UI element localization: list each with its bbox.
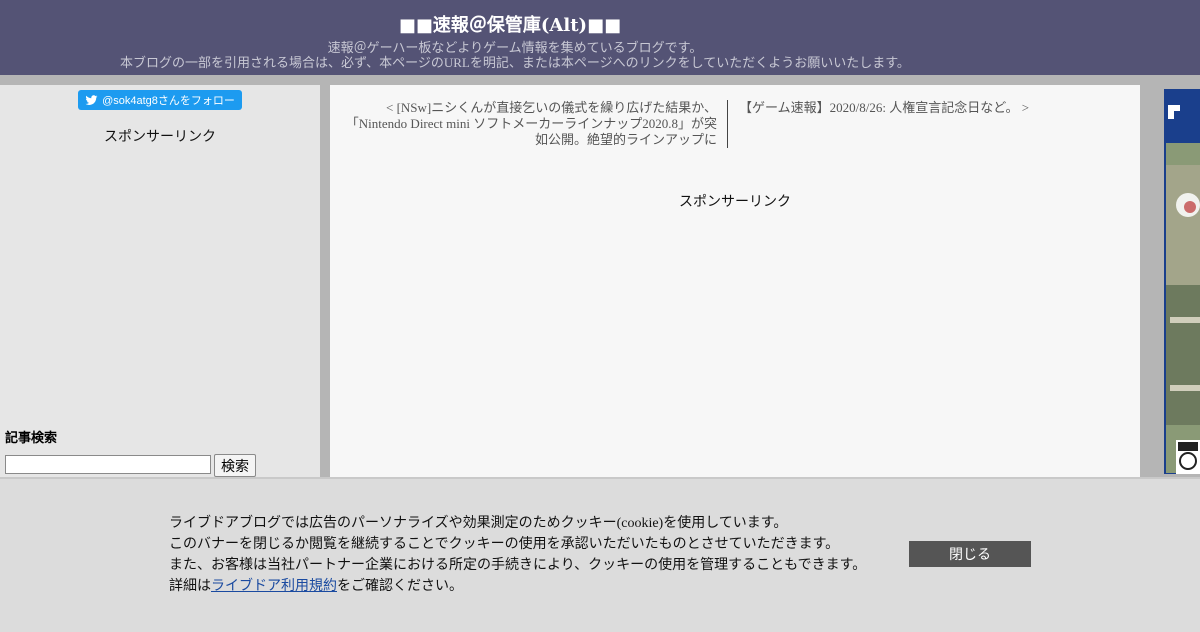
- cookie-notice-suffix: をご確認ください。: [337, 579, 463, 594]
- cookie-notice-line-3: また、お客様は当社パートナー企業における所定の手続きにより、クッキーの使用を管理…: [169, 558, 867, 573]
- blog-description-line-1: 速報＠ゲーハー板などよりゲーム情報を集めているブログです。: [327, 40, 703, 55]
- main-sponsor-label: スポンサーリンク: [679, 195, 791, 210]
- sidebar-sponsor-label: スポンサーリンク: [104, 130, 216, 145]
- article-search-input[interactable]: [5, 455, 211, 474]
- right-ad-banner[interactable]: [1160, 85, 1200, 477]
- next-article-link[interactable]: 【ゲーム速報】2020/8/26: 人権宣言記念日など。 >: [739, 100, 1079, 116]
- blog-title[interactable]: ■■速報＠保管庫(Alt)■■: [0, 11, 1020, 37]
- blog-header: ■■速報＠保管庫(Alt)■■ 速報＠ゲーハー板などよりゲーム情報を集めているブ…: [0, 0, 1200, 75]
- main-content: < [NSw]ニシくんが直接乞いの儀式を繰り広げた結果か、「Nintendo D…: [330, 85, 1140, 477]
- twitter-bird-icon: [85, 94, 98, 105]
- cookie-notice-line-2: このバナーを閉じるか閲覧を継続することでクッキーの使用を承認いただいたものとさせ…: [169, 537, 840, 552]
- left-sidebar: @sok4atg8さんをフォロー スポンサーリンク 記事検索 検索: [0, 85, 320, 477]
- prev-article-link[interactable]: < [NSw]ニシくんが直接乞いの儀式を繰り広げた結果か、「Nintendo D…: [342, 100, 728, 148]
- blog-description: 速報＠ゲーハー板などよりゲーム情報を集めているブログです。 本ブログの一部を引用…: [0, 40, 1030, 70]
- cookie-notice-line-4: 詳細はライブドア利用規約をご確認ください。: [169, 576, 866, 597]
- twitter-follow-button[interactable]: @sok4atg8さんをフォロー: [78, 90, 242, 110]
- article-search-button[interactable]: 検索: [214, 454, 256, 477]
- twitter-follow-label: @sok4atg8さんをフォロー: [102, 95, 235, 107]
- cookie-close-button[interactable]: 閉じる: [909, 541, 1031, 567]
- cookie-notice-line-1: ライブドアブログでは広告のパーソナライズや効果測定のためクッキー(cookie)…: [169, 516, 788, 531]
- game-box-art-icon: [1160, 85, 1200, 477]
- cookie-notice-text: ライブドアブログでは広告のパーソナライズや効果測定のためクッキー(cookie)…: [169, 513, 866, 597]
- header-divider: [0, 75, 1200, 85]
- terms-of-use-link[interactable]: ライブドア利用規約: [211, 579, 337, 594]
- cookie-consent-banner: ライブドアブログでは広告のパーソナライズや効果測定のためクッキー(cookie)…: [0, 477, 1200, 632]
- article-search-heading: 記事検索: [5, 430, 58, 445]
- cookie-notice-prefix: 詳細は: [169, 579, 211, 594]
- blog-description-line-2: 本ブログの一部を引用される場合は、必ず、本ページのURLを明記、または本ページへ…: [120, 55, 910, 70]
